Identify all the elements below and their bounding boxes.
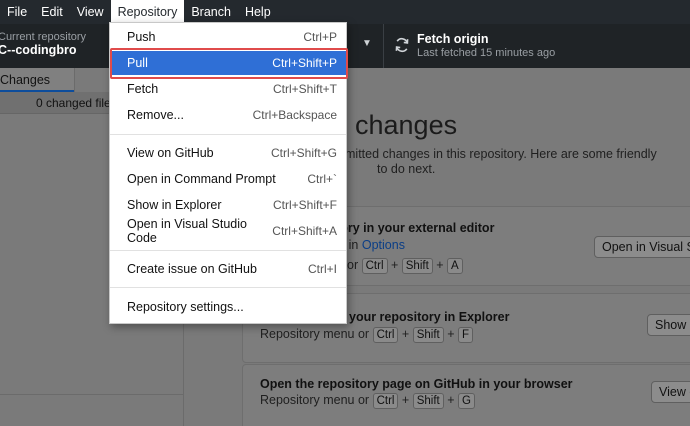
menu-item-shortcut: Ctrl+` — [307, 172, 337, 186]
menu-item-shortcut: Ctrl+Shift+T — [272, 82, 337, 96]
menu-item-shortcut: Ctrl+Shift+A — [272, 224, 337, 238]
fetch-origin-button[interactable]: Fetch origin Last fetched 15 minutes ago — [384, 24, 690, 68]
menu-item-label: Pull — [127, 56, 148, 70]
card-shortcut: Repository menu or Ctrl + Shift + G — [260, 393, 475, 409]
menu-separator — [110, 134, 346, 135]
description-line: mitted changes in this repository. Here … — [345, 147, 657, 161]
current-repository-label: Current repository — [0, 31, 87, 43]
menu-item-shortcut: Ctrl+Shift+P — [272, 56, 337, 70]
menu-item-create-issue[interactable]: Create issue on GitHub Ctrl+I — [110, 257, 346, 281]
menu-view[interactable]: View — [70, 0, 111, 24]
menu-file[interactable]: File — [0, 0, 34, 24]
menu-item-label: Repository settings... — [127, 300, 244, 314]
menu-item-label: Open in Command Prompt — [127, 172, 276, 186]
card-title: Open the repository page on GitHub in yo… — [260, 377, 573, 391]
menu-item-fetch[interactable]: Fetch Ctrl+Shift+T — [110, 77, 346, 101]
menu-repository[interactable]: Repository — [110, 0, 185, 24]
menu-separator — [110, 250, 346, 251]
menu-item-label: View on GitHub — [127, 146, 214, 160]
menu-item-show-in-explorer[interactable]: Show in Explorer Ctrl+Shift+F — [110, 193, 346, 217]
key-ctrl: Ctrl — [361, 258, 388, 274]
current-repository-button[interactable]: Current repository C--codingbro — [0, 24, 110, 68]
menu-item-label: Remove... — [127, 108, 184, 122]
menu-item-view-on-github[interactable]: View on GitHub Ctrl+Shift+G — [110, 141, 346, 165]
menu-item-push[interactable]: Push Ctrl+P — [110, 25, 346, 49]
menu-edit[interactable]: Edit — [34, 0, 70, 24]
card-shortcut-prefix: Repository menu or — [260, 393, 370, 407]
menu-bar: File Edit View Repository Branch Help — [0, 0, 690, 24]
menu-item-open-command-prompt[interactable]: Open in Command Prompt Ctrl+` — [110, 167, 346, 191]
menu-item-label: Show in Explorer — [127, 198, 222, 212]
menu-item-shortcut: Ctrl+Backspace — [252, 108, 337, 122]
menu-item-remove[interactable]: Remove... Ctrl+Backspace — [110, 103, 346, 127]
description-line: to do next. — [377, 162, 436, 176]
key-shift: Shift — [401, 258, 433, 274]
menu-help[interactable]: Help — [238, 0, 278, 24]
view-on-github-button[interactable]: View on GitHub — [651, 381, 690, 403]
menu-item-shortcut: Ctrl+I — [307, 262, 337, 276]
card-shortcut: or Ctrl + Shift + A — [347, 258, 463, 274]
open-in-editor-button[interactable]: Open in Visual Studio Code — [594, 236, 690, 258]
key-ctrl: Ctrl — [372, 393, 399, 409]
suggestion-card-github: Open the repository page on GitHub in yo… — [242, 364, 690, 426]
menu-item-label: Open in Visual Studio Code — [127, 217, 247, 245]
key-a: A — [447, 258, 463, 274]
menu-item-label: Push — [127, 30, 156, 44]
menu-item-open-in-vscode[interactable]: Open in Visual Studio Code Ctrl+Shift+A — [110, 217, 346, 245]
sync-icon — [395, 37, 409, 53]
card-title: your repository in Explorer — [349, 310, 510, 324]
card-shortcut-prefix: or — [347, 258, 359, 272]
key-ctrl: Ctrl — [372, 327, 399, 343]
menu-item-shortcut: Ctrl+P — [303, 30, 337, 44]
menu-item-shortcut: Ctrl+Shift+F — [272, 198, 337, 212]
commit-area — [0, 394, 184, 426]
menu-item-shortcut: Ctrl+Shift+G — [270, 146, 337, 160]
card-shortcut-prefix: Repository menu or — [260, 327, 370, 341]
show-in-explorer-button[interactable]: Show in Explorer — [647, 314, 690, 336]
card-subtitle: r in Options — [341, 238, 405, 252]
repository-menu: Push Ctrl+P Pull Ctrl+Shift+P Fetch Ctrl… — [109, 22, 347, 324]
fetch-origin-title: Fetch origin — [417, 32, 489, 46]
menu-item-repository-settings[interactable]: Repository settings... — [110, 295, 346, 319]
key-shift: Shift — [412, 327, 444, 343]
page-description: mitted changes in this repository. Here … — [345, 147, 690, 177]
page-title: changes — [355, 110, 458, 140]
menu-item-label: Fetch — [127, 82, 159, 96]
last-fetched-text: Last fetched 15 minutes ago — [417, 47, 556, 59]
menu-item-pull[interactable]: Pull Ctrl+Shift+P — [110, 51, 346, 75]
caret-down-icon[interactable]: ▼ — [362, 38, 372, 49]
key-f: F — [457, 327, 473, 343]
menu-separator — [110, 287, 346, 288]
tab-changes[interactable]: Changes — [0, 68, 74, 92]
card-shortcut: Repository menu or Ctrl + Shift + F — [260, 327, 473, 343]
current-repository-name: C--codingbro — [0, 43, 77, 57]
menu-item-label: Create issue on GitHub — [127, 262, 257, 276]
options-link[interactable]: Options — [362, 238, 405, 252]
key-g: G — [457, 393, 475, 409]
key-shift: Shift — [412, 393, 444, 409]
menu-branch[interactable]: Branch — [184, 0, 238, 24]
